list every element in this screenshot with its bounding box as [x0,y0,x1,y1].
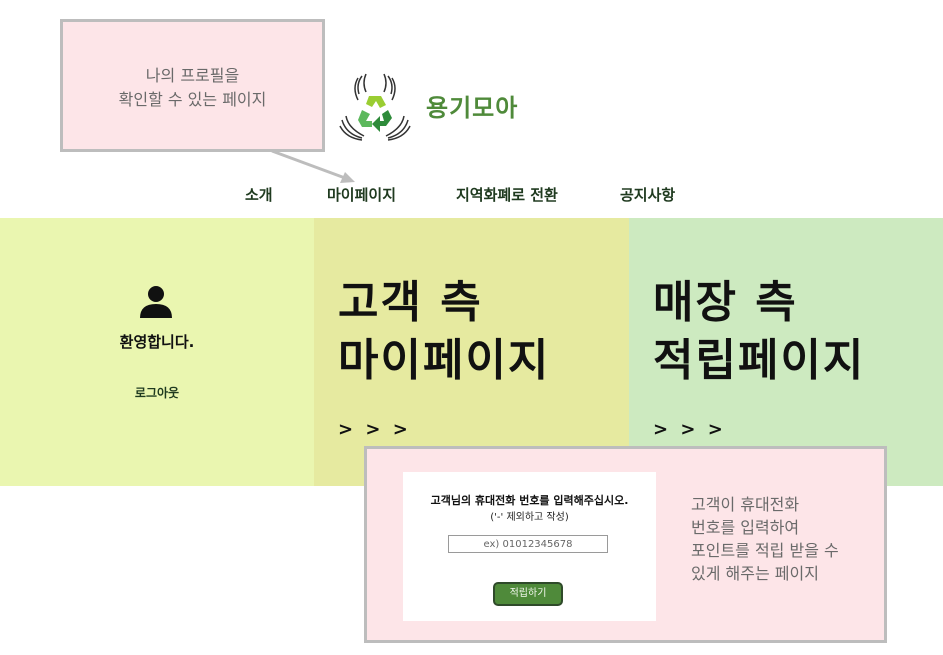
main-nav: 소개 마이페이지 지역화폐로 전환 공지사항 [0,184,943,206]
phone-number-input[interactable] [448,535,608,553]
user-panel: 환영합니다. 로그아웃 [0,218,314,486]
store-points-arrows[interactable]: > > > [653,419,726,440]
store-points-title: 매장 측 적립페이지 [653,277,866,386]
earn-points-button[interactable]: 적립하기 [493,582,563,606]
logout-link[interactable]: 로그아웃 [0,384,314,401]
brand-logo[interactable] [336,70,414,148]
nav-item-intro[interactable]: 소개 [245,184,273,205]
profile-annotation-text: 나의 프로필을 확인할 수 있는 페이지 [118,66,267,109]
customer-mypage-title: 고객 측 마이페이지 [338,277,551,386]
points-form-title: 고객님의 휴대전화 번호를 입력해주십시오. [430,494,629,507]
nav-item-mypage[interactable]: 마이페이지 [327,184,396,205]
profile-connector-arrow [271,149,355,183]
profile-annotation: 나의 프로필을 확인할 수 있는 페이지 [60,19,325,152]
recycle-hands-icon [339,73,411,141]
points-form-subtitle: ('-' 제외하고 작성) [490,512,569,523]
brand-name[interactable]: 용기모아 [426,88,518,123]
points-annotation-text: 고객이 휴대전화 번호를 입력하여 포인트를 적립 받을 수 있게 해주는 페이… [691,495,839,583]
user-icon [140,286,172,318]
points-form-preview: 고객님의 휴대전화 번호를 입력해주십시오. ('-' 제외하고 작성) 적립하… [403,472,656,621]
points-annotation: 고객님의 휴대전화 번호를 입력해주십시오. ('-' 제외하고 작성) 적립하… [364,446,887,643]
nav-item-local-currency[interactable]: 지역화폐로 전환 [456,184,558,205]
nav-item-notice[interactable]: 공지사항 [620,184,675,205]
customer-mypage-arrows[interactable]: > > > [338,419,411,440]
welcome-text: 환영합니다. [119,333,195,351]
